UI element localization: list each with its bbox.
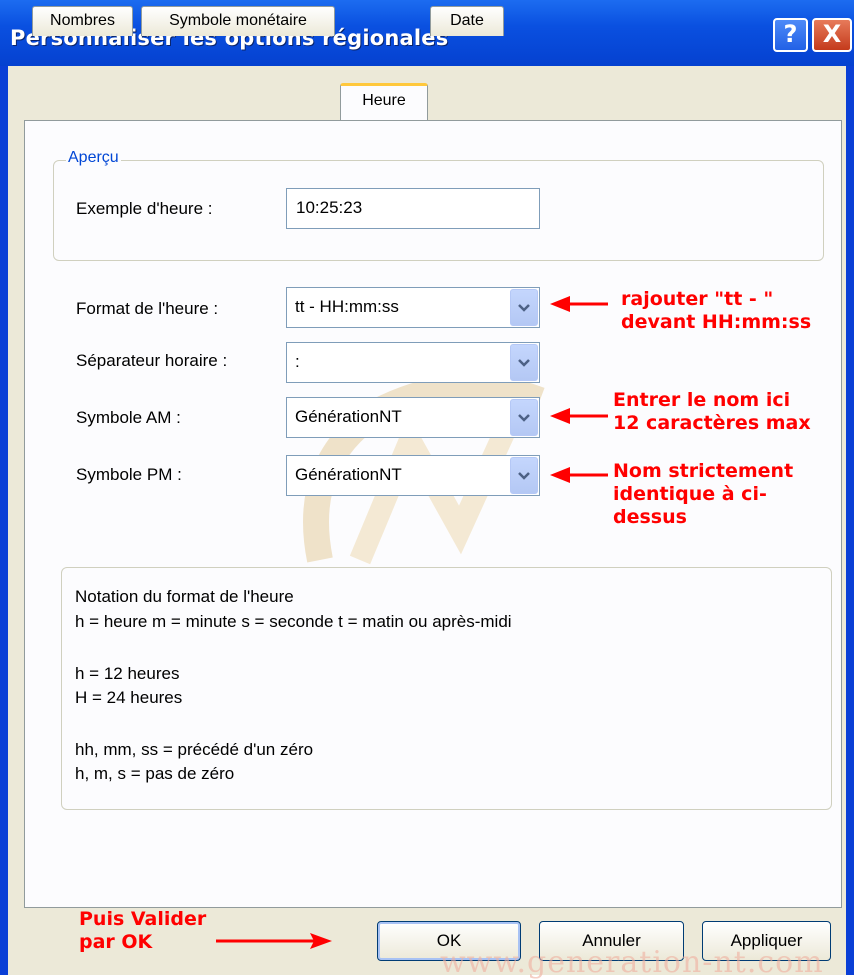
time-format-combo[interactable]: tt - HH:mm:ss <box>286 287 540 328</box>
chevron-down-icon[interactable] <box>510 289 538 326</box>
pm-annotation-line1: Nom strictement <box>613 460 794 482</box>
tab-symbole-monetaire[interactable]: Symbole monétaire <box>141 6 335 36</box>
am-symbol-label: Symbole AM : <box>76 408 181 427</box>
time-format-value: tt - HH:mm:ss <box>295 297 399 316</box>
annotation-arrow-icon <box>216 933 332 949</box>
pm-symbol-combo[interactable]: GénérationNT <box>286 455 540 496</box>
notation-line: h, m, s = pas de zéro <box>75 764 235 783</box>
tab-nombres[interactable]: Nombres <box>32 6 133 36</box>
pm-symbol-value: GénérationNT <box>295 465 402 484</box>
apercu-legend: Aperçu <box>66 149 121 167</box>
notation-line: h = 12 heures <box>75 664 180 683</box>
annotation-arrow-icon <box>550 296 608 312</box>
tab-date[interactable]: Date <box>430 6 504 36</box>
am-symbol-combo[interactable]: GénérationNT <box>286 397 540 438</box>
chevron-down-icon[interactable] <box>510 399 538 436</box>
close-button[interactable]: X <box>812 18 852 52</box>
annotation-arrow-icon <box>550 467 608 483</box>
chevron-down-icon[interactable] <box>510 457 538 494</box>
notation-title: Notation du format de l'heure <box>75 587 294 606</box>
dialog-window: Personnaliser les options régionales ? X… <box>0 0 854 980</box>
notation-line: h = heure m = minute s = seconde t = mat… <box>75 612 512 631</box>
time-separator-combo[interactable]: : <box>286 342 540 383</box>
ok-annotation-line2: par OK <box>79 931 153 953</box>
pm-annotation-line3: dessus <box>613 506 687 528</box>
ok-annotation-line1: Puis Valider <box>79 908 207 930</box>
format-label: Format de l'heure : <box>76 299 219 318</box>
format-annotation: rajouter "tt - " devant HH:mm:ss <box>621 288 811 334</box>
am-annotation: Entrer le nom ici 12 caractères max <box>613 389 811 435</box>
format-annotation-line1: rajouter "tt - " <box>621 288 774 310</box>
am-annotation-line2: 12 caractères max <box>613 412 811 434</box>
example-label: Exemple d'heure : <box>76 199 213 218</box>
pm-annotation: Nom strictement identique à ci- dessus <box>613 460 793 529</box>
annotation-arrow-icon <box>550 408 608 424</box>
help-button[interactable]: ? <box>773 18 808 52</box>
format-annotation-line2: devant HH:mm:ss <box>621 311 812 333</box>
chevron-down-icon[interactable] <box>510 344 538 381</box>
notation-line: hh, mm, ss = précédé d'un zéro <box>75 740 314 759</box>
pm-annotation-line2: identique à ci- <box>613 483 767 505</box>
notation-group: Notation du format de l'heure h = heure … <box>61 567 832 810</box>
time-separator-value: : <box>295 352 300 371</box>
am-symbol-value: GénérationNT <box>295 407 402 426</box>
ok-annotation: Puis Valider par OK <box>79 908 206 954</box>
am-annotation-line1: Entrer le nom ici <box>613 389 791 411</box>
separator-label: Séparateur horaire : <box>76 351 228 370</box>
example-time-field: 10:25:23 <box>286 188 540 229</box>
pm-symbol-label: Symbole PM : <box>76 465 182 484</box>
notation-line: H = 24 heures <box>75 688 183 707</box>
tab-heure[interactable]: Heure <box>340 83 428 120</box>
